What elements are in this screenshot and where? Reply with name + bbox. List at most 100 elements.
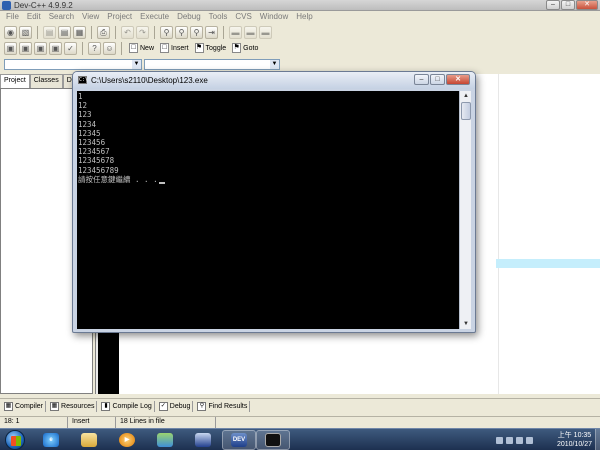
- help-icon[interactable]: ?: [88, 41, 101, 55]
- open-project-icon[interactable]: ◉: [4, 25, 17, 39]
- windows-taskbar: e ▶ DEV 上午 10:35 2010/10/27: [0, 428, 600, 450]
- save-icon[interactable]: ▤: [43, 25, 56, 39]
- taskbar-network-app[interactable]: [186, 430, 220, 450]
- tab-project[interactable]: Project: [0, 74, 30, 88]
- close-file-icon[interactable]: ▦: [73, 25, 86, 39]
- console-output[interactable]: 1 12 123 1234 12345 123456 1234567 12345…: [77, 91, 459, 329]
- taskbar-explorer[interactable]: [72, 430, 106, 450]
- save-all-icon[interactable]: ▤: [58, 25, 71, 39]
- tab-debug-label: Debug: [169, 402, 191, 410]
- compile-icon[interactable]: ▣: [4, 41, 17, 55]
- tab-find-results[interactable]: ⚲ Find Results: [195, 400, 251, 412]
- tray-network-icon[interactable]: [506, 436, 513, 444]
- compile-run-icon[interactable]: ▣: [34, 41, 47, 55]
- goto-line-icon[interactable]: ⇥: [205, 25, 218, 39]
- status-bar: 18: 1 Insert 18 Lines in file: [0, 416, 600, 428]
- console-line: 12345: [78, 128, 101, 138]
- rebuild-icon[interactable]: ▣: [49, 41, 62, 55]
- print-icon[interactable]: ⎙: [97, 25, 110, 39]
- menu-view[interactable]: View: [78, 11, 103, 24]
- toggle-button[interactable]: ⚑ Toggle: [193, 42, 229, 55]
- line-count: 18 Lines in file: [116, 417, 216, 428]
- debug-check-icon: ✓: [158, 401, 168, 411]
- tray-volume-icon[interactable]: [516, 436, 523, 444]
- toolbar-divider: [154, 25, 155, 39]
- check-icon[interactable]: ✓: [64, 41, 77, 55]
- taskbar-media-player[interactable]: ▶: [110, 430, 144, 450]
- project-options-icon[interactable]: ▬: [244, 25, 257, 39]
- menu-project[interactable]: Project: [103, 11, 136, 24]
- console-maximize-button[interactable]: □: [430, 74, 445, 85]
- tab-classes[interactable]: Classes: [29, 74, 63, 88]
- console-line: 1234: [78, 119, 97, 129]
- internet-explorer-icon: e: [43, 433, 59, 447]
- menu-edit[interactable]: Edit: [23, 11, 45, 24]
- toolbar-divider: [82, 41, 83, 55]
- toolbar-divider: [91, 25, 92, 39]
- console-line: 1: [78, 92, 83, 101]
- about-icon[interactable]: ☺: [103, 41, 116, 55]
- taskbar-ie[interactable]: e: [34, 430, 68, 450]
- class-browser-icon[interactable]: ▬: [229, 25, 242, 39]
- tab-debug-panel[interactable]: ✓ Debug: [157, 400, 194, 412]
- console-line: 123456789: [78, 165, 119, 175]
- undo-icon[interactable]: ↶: [121, 25, 134, 39]
- minimize-button[interactable]: –: [546, 0, 560, 10]
- new-button[interactable]: □ New: [127, 42, 156, 55]
- menu-search[interactable]: Search: [45, 11, 78, 24]
- redo-icon[interactable]: ↷: [136, 25, 149, 39]
- find-results-icon: ⚲: [197, 401, 207, 411]
- text-cursor: [158, 182, 165, 185]
- open-file-icon[interactable]: ▧: [19, 25, 32, 39]
- add-to-project-icon[interactable]: ▬: [259, 25, 272, 39]
- windows-logo-icon: [11, 436, 21, 446]
- taskbar-messenger[interactable]: [148, 430, 182, 450]
- menu-execute[interactable]: Execute: [136, 11, 173, 24]
- start-button[interactable]: [5, 430, 25, 450]
- tray-arrow-icon[interactable]: [496, 436, 503, 444]
- member-select[interactable]: ▼: [144, 59, 280, 70]
- scroll-down-icon[interactable]: ▼: [461, 319, 471, 329]
- find-icon[interactable]: ⚲: [160, 25, 173, 39]
- menu-file[interactable]: File: [2, 11, 23, 24]
- tab-compile-log[interactable]: ▮ Compile Log: [99, 400, 155, 412]
- toolbar-divider: [121, 41, 122, 55]
- bookmark-toggle-icon: ⚑: [194, 43, 204, 53]
- console-minimize-button[interactable]: –: [414, 74, 429, 85]
- console-window[interactable]: C:\ C:\Users\s2110\Desktop\123.exe – □ ✕…: [72, 71, 476, 333]
- edit-mode: Insert: [68, 417, 116, 428]
- tab-resources[interactable]: ▦ Resources: [48, 400, 98, 412]
- taskbar-clock[interactable]: 上午 10:35 2010/10/27: [557, 431, 592, 449]
- scrollbar-thumb[interactable]: [461, 102, 471, 120]
- tab-compiler[interactable]: ▦ Compiler: [2, 400, 47, 412]
- menu-bar: File Edit Search View Project Execute De…: [0, 11, 600, 24]
- console-close-button[interactable]: ✕: [446, 74, 470, 85]
- goto-button[interactable]: ⚑ Goto: [230, 42, 260, 55]
- menu-cvs[interactable]: CVS: [231, 11, 255, 24]
- console-line: 12: [78, 101, 88, 111]
- console-scrollbar[interactable]: ▲ ▼: [459, 91, 471, 329]
- insert-button[interactable]: □ Insert: [158, 42, 191, 55]
- menu-help[interactable]: Help: [292, 11, 316, 24]
- menu-tools[interactable]: Tools: [205, 11, 232, 24]
- console-line: 12345678: [78, 156, 115, 166]
- maximize-button[interactable]: □: [561, 0, 575, 10]
- show-desktop-button[interactable]: [595, 429, 600, 450]
- menu-window[interactable]: Window: [256, 11, 292, 24]
- taskbar-console[interactable]: [256, 430, 290, 450]
- close-button[interactable]: ✕: [576, 0, 598, 10]
- replace-icon[interactable]: ⚲: [175, 25, 188, 39]
- console-prompt: 請按任意鍵繼續 . . .: [78, 174, 158, 184]
- taskbar-devcpp[interactable]: DEV: [222, 430, 256, 450]
- run-icon[interactable]: ▣: [19, 41, 32, 55]
- tab-compile-log-label: Compile Log: [112, 402, 152, 410]
- console-titlebar[interactable]: C:\ C:\Users\s2110\Desktop\123.exe – □ ✕: [73, 72, 475, 89]
- find-next-icon[interactable]: ⚲: [190, 25, 203, 39]
- menu-debug[interactable]: Debug: [173, 11, 205, 24]
- console-icon: [265, 433, 281, 447]
- scroll-up-icon[interactable]: ▲: [461, 91, 471, 101]
- tray-flag-icon[interactable]: [526, 436, 533, 444]
- clock-time: 上午 10:35: [557, 432, 592, 439]
- folder-icon: [81, 433, 97, 447]
- class-select[interactable]: ▼: [4, 59, 142, 70]
